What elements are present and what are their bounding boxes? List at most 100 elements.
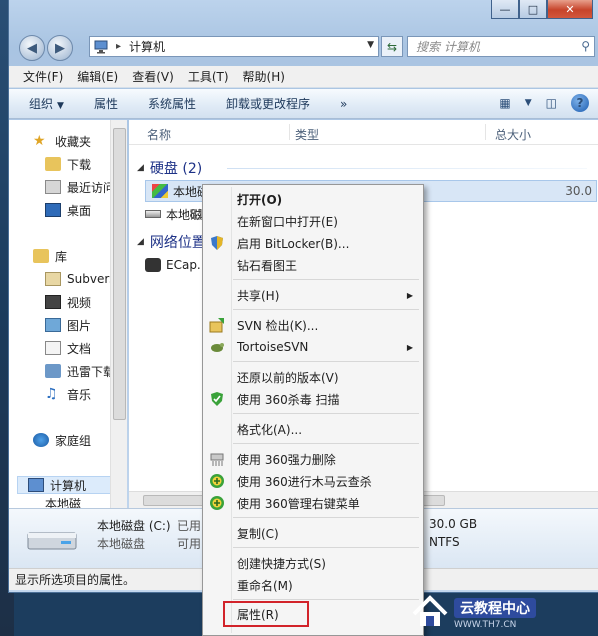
close-icon[interactable]: ✕ (547, 0, 593, 19)
menu-view[interactable]: 查看(V) (132, 68, 174, 85)
nav-videos[interactable]: 视频 (45, 293, 91, 311)
column-name[interactable]: 名称 (147, 126, 171, 143)
menu-item-properties[interactable]: 属性(R) (223, 601, 309, 627)
menu-item-label: 钻石看图王 (237, 258, 298, 273)
group-network-locations[interactable]: ◢ 网络位置 (137, 232, 206, 252)
menu-item-label: 创建快捷方式(S) (237, 556, 326, 571)
nav-recent[interactable]: 最近访问 (45, 178, 115, 196)
detail-name: 本地磁盘 (C:) (97, 519, 171, 533)
submenu-arrow-icon: ▶ (406, 342, 413, 352)
menu-item-rename[interactable]: 重命名(M) (205, 574, 421, 596)
menu-item-manage-context-menu[interactable]: 使用 360管理右键菜单 (205, 492, 421, 514)
homegroup-icon (33, 433, 49, 447)
nav-homegroup[interactable]: 家庭组 (33, 431, 91, 449)
library-icon (33, 249, 49, 263)
menu-item-format[interactable]: 格式化(A)... (205, 418, 421, 440)
nav-thunder-downloads[interactable]: 迅雷下载 (45, 362, 115, 380)
search-icon[interactable]: ⚲ (581, 39, 590, 53)
menu-separator (233, 443, 419, 444)
address-dropdown-icon[interactable]: ▼ (367, 40, 374, 50)
nav-pictures[interactable]: 图片 (45, 316, 91, 334)
breadcrumb-computer[interactable]: 计算机 (129, 38, 165, 55)
menu-separator (233, 279, 419, 280)
menu-separator (233, 361, 419, 362)
menu-item-share[interactable]: 共享(H) ▶ (205, 284, 421, 306)
menu-item-open-label: 打开(O) (237, 192, 283, 207)
view-options-icon[interactable]: ▦ (499, 96, 510, 110)
menu-item-label: 格式化(A)... (237, 422, 303, 437)
menu-item-create-shortcut[interactable]: 创建快捷方式(S) (205, 552, 421, 574)
navigation-row: ◀ ▶ ▸ 计算机 ▼ ⇆ 搜索 计算机 ⚲ (13, 34, 595, 61)
nav-downloads[interactable]: 下载 (45, 155, 91, 173)
menu-item-360-scan[interactable]: 使用 360杀毒 扫描 (205, 388, 421, 410)
system-properties-button[interactable]: 系统属性 (148, 95, 196, 112)
search-input[interactable]: 搜索 计算机 ⚲ (407, 36, 595, 57)
help-icon[interactable]: ? (571, 94, 589, 112)
hard-drive-icon (145, 210, 161, 218)
address-bar[interactable]: ▸ 计算机 ▼ (89, 36, 379, 57)
menu-item-open-new-window[interactable]: 在新窗口中打开(E) (205, 210, 421, 232)
windows-drive-icon (152, 184, 168, 198)
shield-icon (211, 236, 223, 250)
menu-item-tortoisesvn[interactable]: TortoiseSVN ▶ (205, 336, 421, 358)
nav-thunder-label: 迅雷下载 (67, 364, 116, 379)
context-menu: 打开(O) 在新窗口中打开(E) 启用 BitLocker(B)... 钻石看图… (202, 184, 424, 636)
menu-item-copy[interactable]: 复制(C) (205, 522, 421, 544)
nav-computer-label: 计算机 (50, 478, 87, 493)
menu-tools[interactable]: 工具(T) (188, 68, 229, 85)
group-hard-drives[interactable]: ◢ 硬盘 (2) (137, 158, 587, 178)
more-commands-button[interactable]: » (340, 97, 347, 111)
nav-local-disk[interactable]: 本地磁 (45, 498, 81, 508)
group-hard-drives-label: 硬盘 (2) (149, 161, 203, 177)
column-divider[interactable] (289, 124, 290, 140)
collapse-triangle-icon[interactable]: ◢ (137, 163, 144, 173)
back-arrow-icon[interactable]: ◀ (19, 35, 45, 61)
menu-item-diamond-viewer[interactable]: 钻石看图王 (205, 254, 421, 276)
menu-separator (233, 599, 419, 600)
refresh-icon[interactable]: ⇆ (381, 36, 403, 57)
nav-pictures-label: 图片 (67, 318, 92, 333)
menu-item-open[interactable]: 打开(O) (205, 188, 421, 210)
column-type[interactable]: 类型 (295, 126, 319, 143)
menu-item-bitlocker[interactable]: 启用 BitLocker(B)... (205, 232, 421, 254)
collapse-triangle-icon[interactable]: ◢ (137, 237, 144, 247)
menu-item-svn-checkout[interactable]: SVN 检出(K)... (205, 314, 421, 336)
nav-documents[interactable]: 文档 (45, 339, 91, 357)
ecap-row[interactable]: ECap. (145, 254, 201, 276)
nav-recent-label: 最近访问 (67, 180, 116, 195)
menu-edit[interactable]: 编辑(E) (77, 68, 118, 85)
nav-music-label: 音乐 (67, 387, 92, 402)
nav-libraries[interactable]: 库 (33, 247, 67, 265)
menu-item-restore-previous[interactable]: 还原以前的版本(V) (205, 366, 421, 388)
nav-subversion[interactable]: Subvers (45, 270, 116, 288)
menu-item-label: TortoiseSVN (237, 340, 309, 354)
column-total-size[interactable]: 总大小 (495, 126, 531, 143)
menu-item-label: 重命名(M) (237, 578, 293, 593)
menu-file[interactable]: 文件(F) (23, 68, 63, 85)
menu-item-label: 使用 360强力删除 (237, 452, 336, 467)
menu-item-force-delete[interactable]: 使用 360强力删除 (205, 448, 421, 470)
organize-button[interactable]: 组织 ▼ (29, 95, 64, 112)
nav-scrollbar-thumb[interactable] (113, 128, 126, 420)
menu-item-cloud-scan[interactable]: 使用 360进行木马云查杀 (205, 470, 421, 492)
search-placeholder: 搜索 计算机 (416, 40, 480, 54)
navigation-pane: ★ 收藏夹 下载 最近访问 桌面 库 Subvers 视频 图片 文档 迅雷下载… (9, 120, 127, 508)
view-dropdown-icon[interactable]: ▼ (525, 98, 532, 108)
menu-item-label: 共享(H) (237, 288, 280, 303)
uninstall-button[interactable]: 卸载或更改程序 (226, 95, 310, 112)
minimize-icon[interactable]: — (491, 0, 519, 19)
nav-scrollbar[interactable] (110, 120, 127, 508)
nav-music[interactable]: ♫ 音乐 (45, 385, 91, 403)
nav-computer[interactable]: 计算机 (17, 476, 113, 494)
maximize-icon[interactable]: □ (519, 0, 547, 19)
video-icon (45, 295, 61, 309)
nav-desktop-label: 桌面 (67, 203, 92, 218)
nav-desktop[interactable]: 桌面 (45, 201, 91, 219)
column-divider[interactable] (485, 124, 486, 140)
properties-button[interactable]: 属性 (94, 95, 118, 112)
menu-help[interactable]: 帮助(H) (243, 68, 285, 85)
nav-favorites[interactable]: ★ 收藏夹 (33, 132, 91, 150)
forward-arrow-icon[interactable]: ▶ (47, 35, 73, 61)
preview-pane-icon[interactable]: ◫ (546, 96, 557, 110)
music-icon: ♫ (45, 386, 58, 402)
